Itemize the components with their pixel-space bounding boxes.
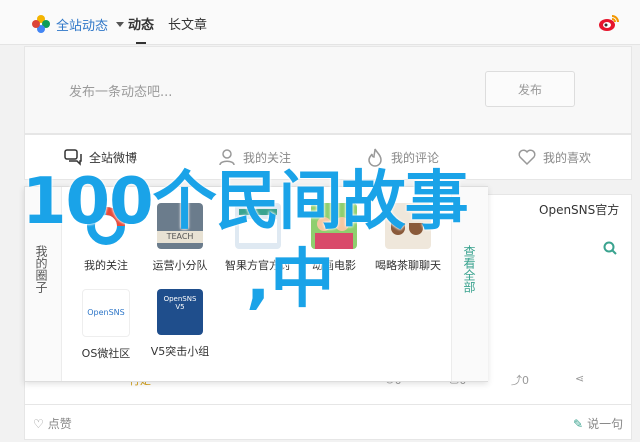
opensns-v5-text: OpenSNS V5: [163, 295, 197, 311]
interaction-bar: ♡ 点赞 ✎ 说一句: [24, 404, 632, 440]
composer-placeholder[interactable]: 发布一条动态吧...: [69, 81, 172, 100]
heart-outline-icon: ♡: [33, 416, 44, 431]
brand-label: 全站动态: [56, 18, 109, 34]
speech-icon: ✎: [573, 416, 584, 431]
card-title[interactable]: OpenSNS官方: [539, 201, 619, 218]
tab-dynamics[interactable]: 动态: [128, 14, 154, 33]
comment-button[interactable]: ✎ 说一句: [573, 415, 623, 432]
heart-icon: [518, 149, 536, 166]
circle-label: V5突击小组: [150, 345, 210, 358]
overlay-subtitle: ,中: [246, 243, 335, 317]
circle-label: 运营小分队: [152, 259, 208, 272]
post-composer[interactable]: 发布一条动态吧... 发布: [24, 46, 632, 134]
tab-long-articles[interactable]: 长文章: [168, 14, 207, 33]
filter-my-likes[interactable]: 我的喜欢: [517, 147, 591, 167]
like-label: 点赞: [47, 417, 72, 431]
publish-button[interactable]: 发布: [485, 71, 575, 107]
brand-dropdown[interactable]: 全站动态: [32, 14, 125, 34]
view-all-link[interactable]: 查看全部: [462, 245, 477, 293]
search-icon[interactable]: [603, 241, 617, 255]
circle-label: 喝略茶聊聊天: [375, 259, 441, 272]
repost-count[interactable]: ⤴ 0: [511, 372, 529, 388]
weibo-icon[interactable]: [598, 14, 620, 32]
overlay-title: 100个民间故事: [22, 165, 469, 239]
like-button[interactable]: ♡ 点赞: [33, 415, 72, 432]
top-nav-bar: 全站动态 动态 长文章: [0, 0, 640, 45]
comment-label: 说一句: [587, 417, 624, 431]
active-tab-indicator: [136, 42, 146, 44]
chevron-down-icon: [116, 21, 125, 27]
opensns-logo-icon: OpenSNS: [82, 289, 130, 337]
opensns-logo-text: OpenSNS: [87, 308, 125, 317]
opensns-v5-icon: OpenSNS V5: [157, 289, 203, 335]
share-icon[interactable]: ⋖: [575, 372, 584, 385]
filter-label: 我的喜欢: [543, 150, 592, 165]
colorful-logo-icon: [32, 15, 50, 33]
my-circles-label: 我的圈子: [34, 245, 48, 293]
circle-v5-strike-team[interactable]: OpenSNS V5 V5突击小组: [137, 289, 223, 359]
